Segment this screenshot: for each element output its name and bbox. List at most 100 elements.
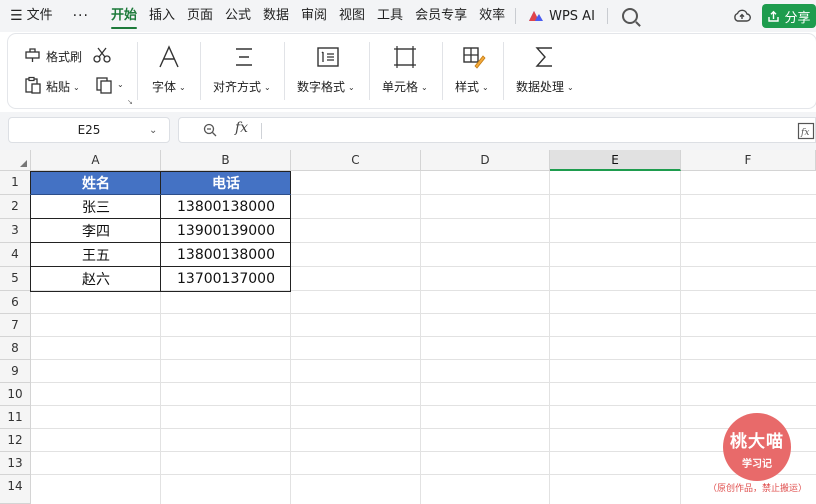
- cut-icon[interactable]: [93, 47, 111, 63]
- row-header-12[interactable]: 12: [0, 429, 31, 452]
- tab-insert[interactable]: 插入: [143, 0, 181, 32]
- style-text: 样式: [455, 80, 480, 94]
- number-format-label: 数字格式 ⌄: [297, 78, 355, 95]
- table-divider: [30, 266, 291, 267]
- row-header-6[interactable]: 6: [0, 291, 31, 314]
- menu-file[interactable]: 文件: [27, 0, 59, 32]
- tab-home[interactable]: 开始: [105, 0, 143, 32]
- chevron-down-icon: ⌄: [264, 83, 271, 92]
- number-format-text: 数字格式: [297, 80, 346, 94]
- cell-text: 单元格: [382, 80, 419, 94]
- cell-b2[interactable]: 13800138000: [161, 195, 291, 219]
- align-text: 对齐方式: [213, 80, 262, 94]
- cell-icon: [394, 46, 416, 68]
- number-format-group[interactable]: 数字格式 ⌄: [285, 34, 369, 108]
- row-header-2[interactable]: 2: [0, 195, 31, 219]
- hamburger-menu-icon[interactable]: ☰: [0, 8, 27, 24]
- search-icon[interactable]: [621, 8, 638, 24]
- tab-review[interactable]: 审阅: [295, 0, 333, 32]
- row-header-9[interactable]: 9: [0, 360, 31, 383]
- ribbon-toolbar: 格式刷 粘贴 ⌄ ⌄ ↘ 字体 ⌄ 对齐方式 ⌄ 数字格式 ⌄ 单元格 ⌄ 样式…: [8, 34, 816, 108]
- copy-icon[interactable]: [95, 76, 113, 94]
- row-header-11[interactable]: 11: [0, 406, 31, 429]
- paste-icon[interactable]: [24, 76, 42, 94]
- row-header-4[interactable]: 4: [0, 243, 31, 267]
- cell-a2[interactable]: 张三: [31, 195, 161, 219]
- tab-formula[interactable]: 公式: [219, 0, 257, 32]
- data-process-group[interactable]: 数据处理 ⌄: [504, 34, 588, 108]
- tab-member[interactable]: 会员专享: [409, 0, 473, 32]
- row-header-8[interactable]: 8: [0, 337, 31, 360]
- chevron-down-icon: ⌄: [73, 83, 80, 92]
- dialog-launcher-icon[interactable]: ↘: [127, 98, 133, 106]
- align-icon: [236, 48, 252, 66]
- wps-ai-label: WPS AI: [549, 8, 595, 24]
- insert-function-icon[interactable]: fx: [235, 120, 248, 136]
- format-painter-label[interactable]: 格式刷: [46, 48, 82, 65]
- select-all-corner[interactable]: [0, 150, 31, 171]
- cell-label: 单元格 ⌄: [382, 78, 428, 95]
- font-text: 字体: [152, 80, 177, 94]
- row-header-13[interactable]: 13: [0, 452, 31, 475]
- paste-text: 粘贴: [46, 80, 71, 94]
- cell-b4[interactable]: 13800138000: [161, 243, 291, 267]
- row-header-5[interactable]: 5: [0, 267, 31, 291]
- row-header-3[interactable]: 3: [0, 219, 31, 243]
- formula-divider: [261, 123, 262, 139]
- tab-page[interactable]: 页面: [181, 0, 219, 32]
- row-header-14[interactable]: 14: [0, 475, 31, 504]
- share-icon: [768, 10, 780, 22]
- watermark-subtitle: 学习记: [742, 459, 772, 470]
- column-header-b[interactable]: B: [161, 150, 291, 171]
- row-header-7[interactable]: 7: [0, 314, 31, 337]
- more-menu-icon[interactable]: ···: [59, 8, 105, 24]
- row-header-10[interactable]: 10: [0, 383, 31, 406]
- align-label: 对齐方式 ⌄: [213, 78, 271, 95]
- cell-a4[interactable]: 王五: [31, 243, 161, 267]
- tab-view[interactable]: 视图: [333, 0, 371, 32]
- cell-b5[interactable]: 13700137000: [161, 267, 291, 291]
- paste-label[interactable]: 粘贴 ⌄: [46, 78, 80, 95]
- cell-b1[interactable]: 电话: [161, 171, 291, 195]
- formula-input[interactable]: fx fx: [178, 117, 816, 143]
- row-header-1[interactable]: 1: [0, 171, 31, 195]
- sum-icon: [535, 47, 552, 67]
- chevron-down-icon[interactable]: ⌄: [149, 125, 169, 136]
- cell-group[interactable]: 单元格 ⌄: [370, 34, 442, 108]
- watermark-note: （原创作品，禁止搬运）: [708, 484, 808, 494]
- format-painter-icon[interactable]: [24, 47, 42, 63]
- tab-efficiency[interactable]: 效率: [473, 0, 511, 32]
- data-process-text: 数据处理: [516, 80, 565, 94]
- chevron-down-icon: ⌄: [179, 83, 186, 92]
- column-header-d[interactable]: D: [421, 150, 550, 171]
- style-group[interactable]: 样式 ⌄: [443, 34, 503, 108]
- column-header-e[interactable]: E: [550, 150, 681, 171]
- chevron-down-icon[interactable]: ⌄: [117, 80, 124, 89]
- wps-ai-logo-icon: [529, 11, 544, 21]
- wps-ai-button[interactable]: WPS AI: [520, 0, 603, 32]
- expand-formula-icon[interactable]: fx: [797, 122, 815, 140]
- table-divider: [30, 194, 291, 195]
- cell-a5[interactable]: 赵六: [31, 267, 161, 291]
- align-group[interactable]: 对齐方式 ⌄: [201, 34, 285, 108]
- cell-b3[interactable]: 13900139000: [161, 219, 291, 243]
- font-group[interactable]: 字体 ⌄: [138, 34, 200, 108]
- number-format-icon: [317, 47, 339, 67]
- table-divider: [30, 242, 291, 243]
- column-header-a[interactable]: A: [31, 150, 161, 171]
- font-label: 字体 ⌄: [152, 78, 186, 95]
- style-icon: [463, 47, 486, 69]
- tab-data[interactable]: 数据: [257, 0, 295, 32]
- cloud-upload-icon[interactable]: [733, 7, 751, 25]
- share-button[interactable]: 分享: [762, 4, 816, 28]
- column-header-f[interactable]: F: [681, 150, 816, 171]
- column-header-c[interactable]: C: [291, 150, 421, 171]
- cell-a3[interactable]: 李四: [31, 219, 161, 243]
- menu-separator: [606, 8, 608, 24]
- name-box-value: E25: [77, 123, 101, 137]
- zoom-formula-icon[interactable]: [203, 123, 217, 137]
- name-box[interactable]: E25 ⌄: [8, 117, 170, 143]
- tab-tools[interactable]: 工具: [371, 0, 409, 32]
- menu-bar: ☰ 文件 ··· 开始 插入 页面 公式 数据 审阅 视图 工具 会员专享 效率…: [0, 0, 816, 32]
- cell-a1[interactable]: 姓名: [31, 171, 161, 195]
